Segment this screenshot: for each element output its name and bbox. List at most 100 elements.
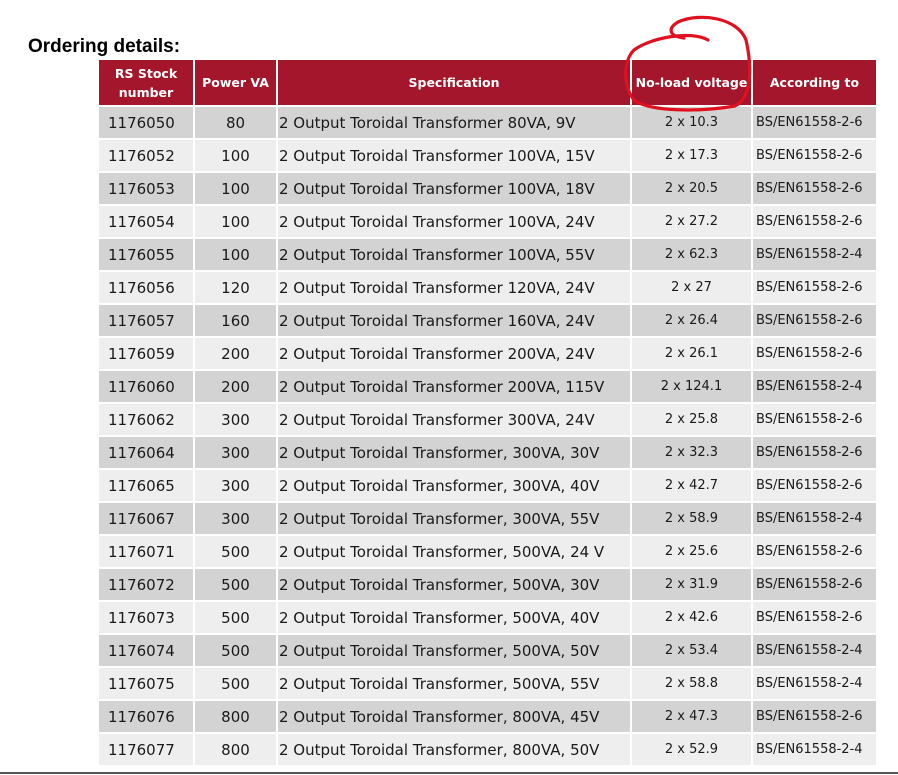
cell-specification: 2 Output Toroidal Transformer, 500VA, 50… [278, 633, 632, 666]
cell-power-va: 800 [195, 699, 278, 732]
cell-standard: BS/EN61558-2-6 [753, 600, 876, 633]
cell-power-va: 120 [195, 270, 278, 303]
cell-power-va: 100 [195, 138, 278, 171]
table-row: 1176057 160 2 Output Toroidal Transformer … [99, 303, 876, 336]
table-body: 1176050 80 2 Output Toroidal Transformer 8… [99, 105, 876, 765]
cell-power-va: 160 [195, 303, 278, 336]
cell-no-load-voltage: 2 x 10.3 [632, 105, 753, 138]
header-row: RS Stock number Power VA Specification N… [99, 60, 876, 105]
cell-no-load-voltage: 2 x 27.2 [632, 204, 753, 237]
cell-specification: 2 Output Toroidal Transformer, 300VA, 40… [278, 468, 632, 501]
cell-specification: 2 Output Toroidal Transformer 120VA, 24V [278, 270, 632, 303]
cell-stock-number: 1176055 [99, 237, 195, 270]
cell-standard: BS/EN61558-2-4 [753, 369, 876, 402]
column-header-stock: RS Stock number [99, 60, 195, 105]
cell-stock-number: 1176052 [99, 138, 195, 171]
cell-no-load-voltage: 2 x 27 [632, 270, 753, 303]
table-row: 1176065 300 2 Output Toroidal Transformer,… [99, 468, 876, 501]
cell-power-va: 500 [195, 633, 278, 666]
cell-power-va: 300 [195, 402, 278, 435]
cell-specification: 2 Output Toroidal Transformer 80VA, 9V [278, 105, 632, 138]
cell-no-load-voltage: 2 x 25.8 [632, 402, 753, 435]
cell-power-va: 100 [195, 171, 278, 204]
cell-power-va: 500 [195, 666, 278, 699]
cell-standard: BS/EN61558-2-4 [753, 732, 876, 765]
cell-stock-number: 1176072 [99, 567, 195, 600]
cell-power-va: 300 [195, 501, 278, 534]
cell-specification: 2 Output Toroidal Transformer 300VA, 24V [278, 402, 632, 435]
table-row: 1176072 500 2 Output Toroidal Transformer,… [99, 567, 876, 600]
cell-standard: BS/EN61558-2-6 [753, 303, 876, 336]
table-row: 1176059 200 2 Output Toroidal Transformer … [99, 336, 876, 369]
cell-no-load-voltage: 2 x 32.3 [632, 435, 753, 468]
cell-no-load-voltage: 2 x 58.9 [632, 501, 753, 534]
cell-no-load-voltage: 2 x 26.4 [632, 303, 753, 336]
cell-specification: 2 Output Toroidal Transformer, 500VA, 40… [278, 600, 632, 633]
cell-specification: 2 Output Toroidal Transformer 160VA, 24V [278, 303, 632, 336]
ordering-table: RS Stock number Power VA Specification N… [99, 60, 876, 765]
cell-standard: BS/EN61558-2-6 [753, 435, 876, 468]
cell-stock-number: 1176059 [99, 336, 195, 369]
cell-power-va: 500 [195, 534, 278, 567]
cell-power-va: 500 [195, 567, 278, 600]
table-row: 1176062 300 2 Output Toroidal Transformer … [99, 402, 876, 435]
cell-specification: 2 Output Toroidal Transformer, 500VA, 24… [278, 534, 632, 567]
cell-power-va: 800 [195, 732, 278, 765]
cell-specification: 2 Output Toroidal Transformer, 300VA, 55… [278, 501, 632, 534]
cell-stock-number: 1176054 [99, 204, 195, 237]
section-heading: Ordering details: [28, 36, 181, 57]
cell-specification: 2 Output Toroidal Transformer 100VA, 18V [278, 171, 632, 204]
cell-stock-number: 1176064 [99, 435, 195, 468]
cell-specification: 2 Output Toroidal Transformer 200VA, 115… [278, 369, 632, 402]
table-row: 1176077 800 2 Output Toroidal Transformer,… [99, 732, 876, 765]
cell-stock-number: 1176075 [99, 666, 195, 699]
table-row: 1176073 500 2 Output Toroidal Transformer,… [99, 600, 876, 633]
table-row: 1176056 120 2 Output Toroidal Transformer … [99, 270, 876, 303]
cell-power-va: 100 [195, 237, 278, 270]
cell-specification: 2 Output Toroidal Transformer 100VA, 55V [278, 237, 632, 270]
table-row: 1176075 500 2 Output Toroidal Transformer,… [99, 666, 876, 699]
column-header-voltage: No-load voltage [632, 60, 753, 105]
cell-specification: 2 Output Toroidal Transformer, 300VA, 30… [278, 435, 632, 468]
cell-specification: 2 Output Toroidal Transformer, 800VA, 45… [278, 699, 632, 732]
cell-no-load-voltage: 2 x 20.5 [632, 171, 753, 204]
cell-standard: BS/EN61558-2-6 [753, 138, 876, 171]
cell-stock-number: 1176057 [99, 303, 195, 336]
table-row: 1176074 500 2 Output Toroidal Transformer,… [99, 633, 876, 666]
cell-power-va: 500 [195, 600, 278, 633]
cell-no-load-voltage: 2 x 31.9 [632, 567, 753, 600]
cell-power-va: 200 [195, 336, 278, 369]
cell-stock-number: 1176050 [99, 105, 195, 138]
cell-no-load-voltage: 2 x 53.4 [632, 633, 753, 666]
table-header: RS Stock number Power VA Specification N… [99, 60, 876, 105]
table-row: 1176076 800 2 Output Toroidal Transformer,… [99, 699, 876, 732]
cell-stock-number: 1176073 [99, 600, 195, 633]
cell-specification: 2 Output Toroidal Transformer 100VA, 15V [278, 138, 632, 171]
table-row: 1176064 300 2 Output Toroidal Transformer,… [99, 435, 876, 468]
cell-standard: BS/EN61558-2-4 [753, 666, 876, 699]
cell-stock-number: 1176062 [99, 402, 195, 435]
cell-specification: 2 Output Toroidal Transformer, 800VA, 50… [278, 732, 632, 765]
cell-stock-number: 1176065 [99, 468, 195, 501]
cell-stock-number: 1176076 [99, 699, 195, 732]
page-bottom-rule [0, 772, 898, 774]
cell-standard: BS/EN61558-2-6 [753, 171, 876, 204]
table-row: 1176067 300 2 Output Toroidal Transformer,… [99, 501, 876, 534]
cell-standard: BS/EN61558-2-6 [753, 534, 876, 567]
column-header-standard: According to [753, 60, 876, 105]
cell-power-va: 300 [195, 468, 278, 501]
cell-no-load-voltage: 2 x 26.1 [632, 336, 753, 369]
cell-standard: BS/EN61558-2-6 [753, 567, 876, 600]
cell-stock-number: 1176067 [99, 501, 195, 534]
cell-standard: BS/EN61558-2-6 [753, 336, 876, 369]
cell-specification: 2 Output Toroidal Transformer, 500VA, 30… [278, 567, 632, 600]
cell-no-load-voltage: 2 x 17.3 [632, 138, 753, 171]
cell-stock-number: 1176074 [99, 633, 195, 666]
cell-specification: 2 Output Toroidal Transformer 200VA, 24V [278, 336, 632, 369]
cell-stock-number: 1176077 [99, 732, 195, 765]
cell-no-load-voltage: 2 x 58.8 [632, 666, 753, 699]
column-header-spec: Specification [278, 60, 632, 105]
cell-standard: BS/EN61558-2-6 [753, 105, 876, 138]
cell-no-load-voltage: 2 x 25.6 [632, 534, 753, 567]
cell-stock-number: 1176071 [99, 534, 195, 567]
